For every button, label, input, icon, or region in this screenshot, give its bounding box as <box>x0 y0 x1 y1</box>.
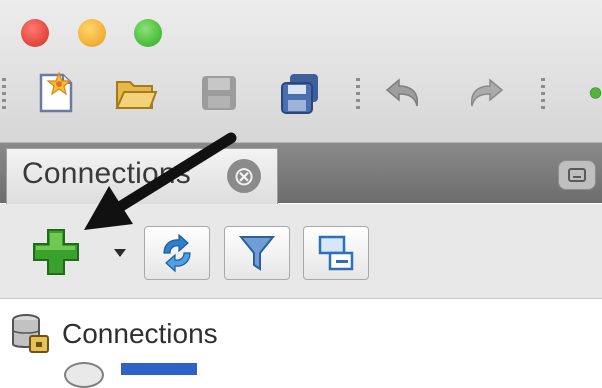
run-button[interactable] <box>567 70 602 116</box>
collapse-all-button[interactable] <box>303 226 369 280</box>
connection-node-icon[interactable] <box>64 362 104 388</box>
redo-button[interactable] <box>462 70 508 116</box>
tab-connections-label: Connections <box>22 157 191 190</box>
minimize-window-icon <box>568 168 586 182</box>
redo-icon <box>470 78 504 107</box>
new-file-button[interactable] <box>34 70 80 116</box>
add-connection-plus-icon <box>33 229 79 275</box>
open-folder-icon <box>115 81 158 109</box>
collapse-all-icon <box>318 235 354 271</box>
filter-funnel-icon <box>238 236 276 271</box>
open-button[interactable] <box>113 70 159 116</box>
tree-root-label: Connections <box>62 318 218 349</box>
toolbar-separator <box>541 78 545 112</box>
add-connection-button[interactable] <box>30 226 82 278</box>
close-window-button[interactable] <box>21 19 49 47</box>
minimize-window-button[interactable] <box>78 19 106 47</box>
filter-button[interactable] <box>224 226 290 280</box>
new-file-icon <box>39 71 73 113</box>
save-button[interactable] <box>196 70 242 116</box>
connections-panel-toolbar <box>0 204 602 299</box>
run-icon <box>589 87 602 99</box>
add-connection-dropdown[interactable] <box>110 246 130 260</box>
dropdown-caret-icon <box>114 249 126 257</box>
refresh-icon <box>163 233 191 273</box>
undo-button[interactable] <box>381 70 427 116</box>
database-connections-icon <box>12 314 49 353</box>
save-icon <box>202 76 236 110</box>
selected-tree-item[interactable] <box>121 363 197 375</box>
toolbar-grip[interactable] <box>2 78 6 112</box>
minimize-panel-button[interactable] <box>558 160 596 190</box>
save-all-icon <box>281 74 318 114</box>
undo-icon <box>385 78 419 107</box>
save-all-button[interactable] <box>277 70 323 116</box>
tree-root-connections[interactable] <box>8 312 52 356</box>
toolbar-separator <box>356 78 360 112</box>
refresh-button[interactable] <box>144 226 210 280</box>
zoom-window-button[interactable] <box>134 19 162 47</box>
close-tab-icon[interactable]: ⊗ <box>227 159 261 193</box>
